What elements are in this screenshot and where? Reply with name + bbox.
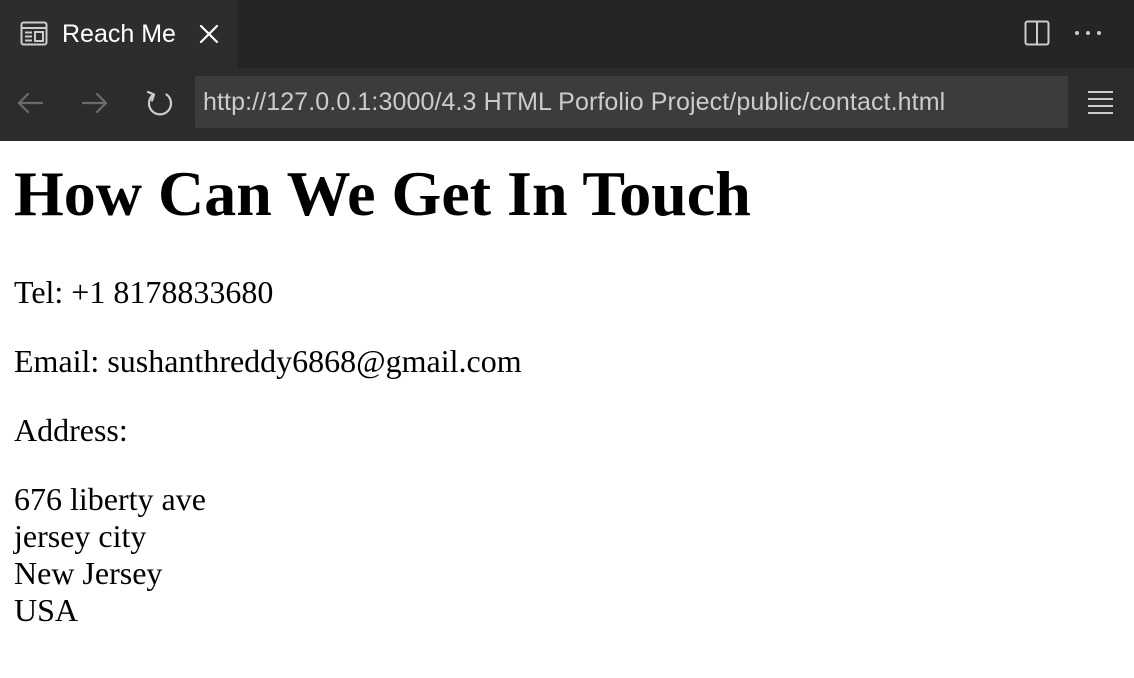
address-line: USA [14, 592, 79, 628]
close-icon[interactable] [198, 23, 220, 45]
navigation-bar: http://127.0.0.1:3000/4.3 HTML Porfolio … [0, 68, 1134, 141]
tab-bar: Reach Me [0, 0, 1134, 68]
menu-icon[interactable] [1087, 89, 1114, 117]
tab-reach-me[interactable]: Reach Me [0, 0, 237, 68]
forward-arrow-icon[interactable] [79, 87, 111, 119]
split-editor-icon[interactable] [1024, 20, 1050, 46]
address-line: New Jersey [14, 555, 163, 591]
preview-page-icon [20, 21, 48, 46]
url-text[interactable]: http://127.0.0.1:3000/4.3 HTML Porfolio … [203, 88, 945, 117]
email-text: Email: sushanthreddy6868@gmail.com [14, 343, 522, 379]
address-label: Address: [14, 412, 128, 448]
telephone-text: Tel: +1 8178833680 [14, 274, 274, 310]
tab-title: Reach Me [62, 20, 176, 48]
address-line: 676 liberty ave [14, 481, 206, 517]
back-arrow-icon[interactable] [14, 87, 46, 119]
more-actions-icon[interactable] [1073, 22, 1103, 44]
reload-icon[interactable] [144, 87, 176, 119]
address-line: jersey city [14, 518, 147, 554]
page-content: How Can We Get In Touch Tel: +1 81788336… [0, 141, 1134, 678]
page-title: How Can We Get In Touch [14, 158, 751, 229]
url-bar[interactable]: http://127.0.0.1:3000/4.3 HTML Porfolio … [195, 76, 1068, 128]
